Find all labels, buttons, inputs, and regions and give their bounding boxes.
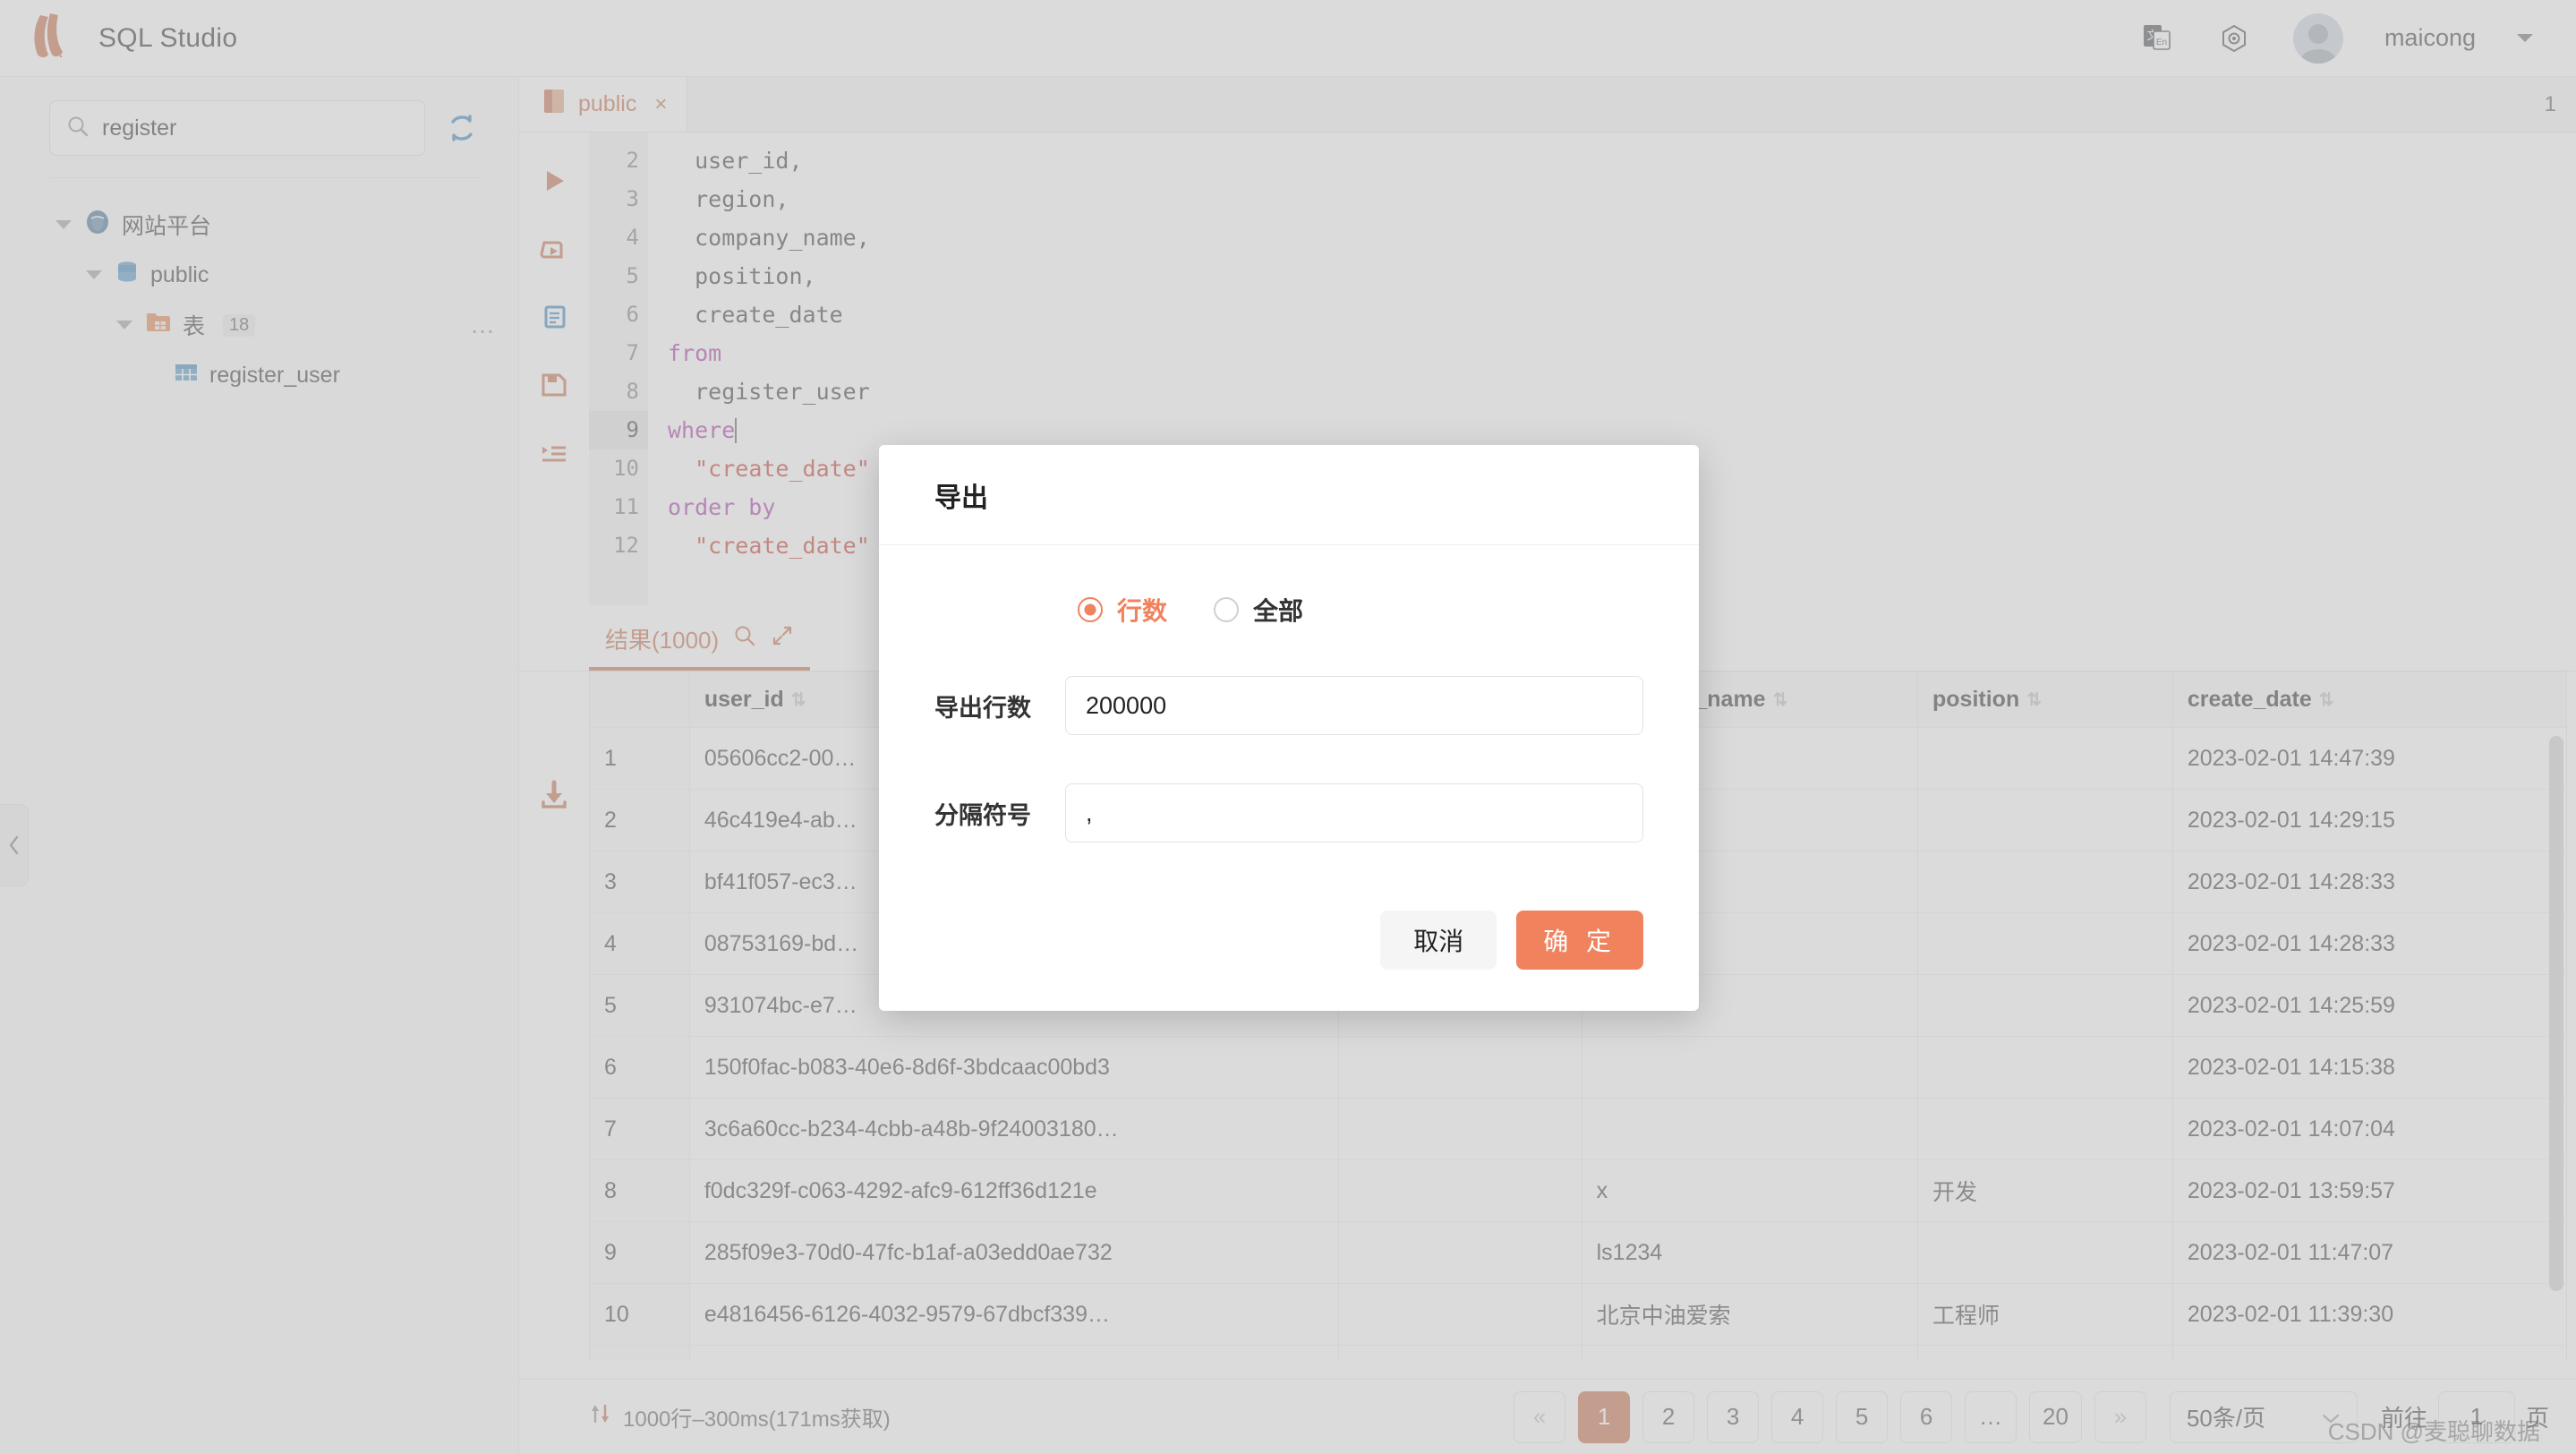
radio-all-label: 全部 <box>1253 597 1304 625</box>
export-rows-row: 导出行数 <box>934 676 1643 735</box>
cancel-button[interactable]: 取消 <box>1380 911 1497 970</box>
export-dialog: 导出 行数 全部 导出行数 分隔符号 取 <box>879 445 1699 1011</box>
radio-dot-icon <box>1214 597 1240 622</box>
dialog-body: 行数 全部 导出行数 分隔符号 <box>879 545 1699 860</box>
confirm-button[interactable]: 确 定 <box>1516 911 1643 970</box>
radio-rows-label: 行数 <box>1117 597 1168 625</box>
separator-input[interactable] <box>1065 783 1643 842</box>
separator-row: 分隔符号 <box>934 783 1643 842</box>
radio-all[interactable]: 全部 <box>1214 592 1303 628</box>
radio-dot-icon <box>1078 597 1103 622</box>
separator-label: 分隔符号 <box>934 801 1031 829</box>
export-mode-radio-group: 行数 全部 <box>934 592 1643 628</box>
dialog-footer: 取消 确 定 <box>879 860 1699 1011</box>
dialog-header: 导出 <box>879 445 1699 545</box>
radio-rows[interactable]: 行数 <box>1078 592 1167 628</box>
modal-layer: 导出 行数 全部 导出行数 分隔符号 取 <box>0 0 2576 1454</box>
export-rows-label: 导出行数 <box>934 694 1031 722</box>
dialog-title: 导出 <box>934 483 988 513</box>
export-rows-input[interactable] <box>1065 676 1643 735</box>
